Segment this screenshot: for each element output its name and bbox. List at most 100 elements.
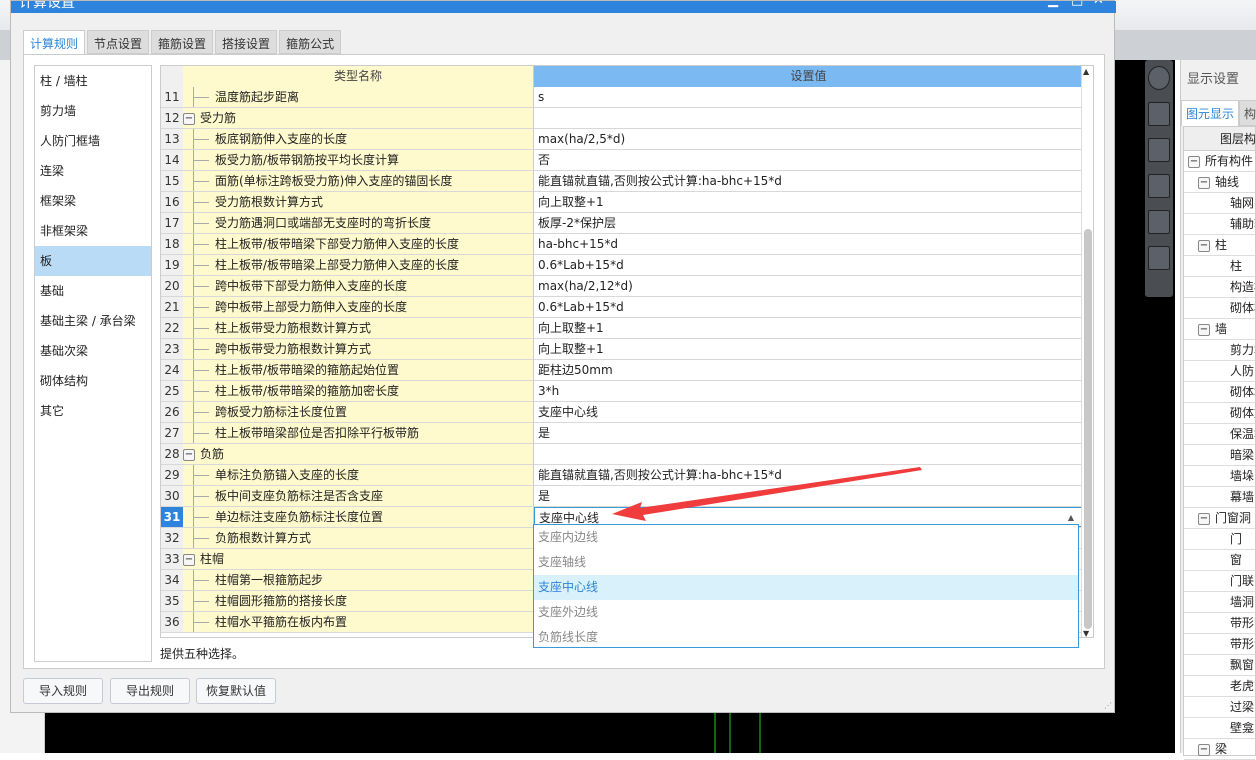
scroll-thumb[interactable]: [1084, 229, 1092, 629]
category-item[interactable]: 柱 / 墙柱: [35, 66, 151, 96]
table-row[interactable]: 17 受力筋遇洞口或端部无支座时的弯折长度 板厚-2*保护层: [161, 213, 1093, 234]
table-row[interactable]: 23 跨中板带受力筋根数计算方式 向上取整+1: [161, 339, 1093, 360]
collapse-icon[interactable]: −: [183, 553, 195, 566]
setting-value[interactable]: 0.6*Lab+15*d: [534, 255, 1083, 275]
restore-defaults-button[interactable]: 恢复默认值: [196, 678, 276, 704]
dropdown-option[interactable]: 支座轴线: [534, 550, 1078, 575]
category-item[interactable]: 基础主梁 / 承台梁: [35, 306, 151, 336]
tree-item[interactable]: 窗: [1184, 550, 1255, 571]
category-item[interactable]: 板: [35, 246, 151, 276]
tab-0[interactable]: 计算规则: [23, 30, 86, 55]
setting-value[interactable]: 是: [534, 423, 1083, 443]
category-item[interactable]: 人防门框墙: [35, 126, 151, 156]
tree-item[interactable]: − 所有构件: [1184, 151, 1255, 172]
table-row[interactable]: 22 柱上板带受力筋根数计算方式 向上取整+1: [161, 318, 1093, 339]
category-item[interactable]: 连梁: [35, 156, 151, 186]
tree-item[interactable]: 门: [1184, 529, 1255, 550]
category-item[interactable]: 框架梁: [35, 186, 151, 216]
scroll-up-icon[interactable]: ▲: [1083, 67, 1089, 76]
tree-item[interactable]: 飘窗: [1184, 655, 1255, 676]
dropdown-option[interactable]: 支座内边线: [534, 525, 1078, 550]
table-row[interactable]: 16 受力筋根数计算方式 向上取整+1: [161, 192, 1093, 213]
table-row[interactable]: 14 板受力筋/板带钢筋按平均长度计算 否: [161, 150, 1093, 171]
checklist-icon[interactable]: [1148, 246, 1170, 270]
tree-item[interactable]: 轴网: [1184, 193, 1255, 214]
category-item[interactable]: 基础: [35, 276, 151, 306]
collapse-icon[interactable]: −: [1198, 176, 1210, 189]
table-row[interactable]: 20 跨中板带下部受力筋伸入支座的长度 max(ha/2,12*d): [161, 276, 1093, 297]
vertical-scrollbar[interactable]: ▲ ▼: [1081, 66, 1093, 637]
setting-value[interactable]: s: [534, 87, 1083, 107]
table-row[interactable]: 15 面筋(单标注跨板受力筋)伸入支座的锚固长度 能直锚就直锚,否则按公式计算:ha…: [161, 171, 1093, 192]
tree-item[interactable]: 柱: [1184, 256, 1255, 277]
tree-item[interactable]: − 柱: [1184, 235, 1255, 256]
table-row[interactable]: 18 柱上板带/板带暗梁下部受力筋伸入支座的长度 ha-bhc+15*d: [161, 234, 1093, 255]
tree-item[interactable]: 剪力墙: [1184, 340, 1255, 361]
category-item[interactable]: 砌体结构: [35, 366, 151, 396]
3d-view-icon[interactable]: [1148, 102, 1170, 126]
maximize-icon[interactable]: □: [1071, 1, 1083, 8]
resize-grip-icon[interactable]: ⋰: [1104, 701, 1112, 710]
setting-value[interactable]: 向上取整+1: [534, 318, 1083, 338]
category-item[interactable]: 剪力墙: [35, 96, 151, 126]
tree-item[interactable]: − 门窗洞: [1184, 508, 1255, 529]
close-icon[interactable]: ✕: [1093, 1, 1104, 8]
setting-value[interactable]: [534, 108, 1083, 128]
collapse-icon[interactable]: −: [1198, 323, 1210, 336]
table-row[interactable]: 29 单标注负筋锚入支座的长度 能直锚就直锚,否则按公式计算:ha-bhc+15*d: [161, 465, 1093, 486]
tab-3[interactable]: 搭接设置: [215, 30, 278, 54]
tab-2[interactable]: 箍筋设置: [151, 30, 214, 54]
setting-value[interactable]: 向上取整+1: [534, 192, 1083, 212]
table-row[interactable]: 24 柱上板带/板带暗梁的箍筋起始位置 距柱边50mm: [161, 360, 1093, 381]
tab-element-display[interactable]: 图元显示: [1181, 100, 1240, 126]
tab-1[interactable]: 节点设置: [87, 30, 150, 54]
category-item[interactable]: 非框架梁: [35, 216, 151, 246]
tree-item[interactable]: 带形窗: [1184, 613, 1255, 634]
table-row[interactable]: 13 板底钢筋伸入支座的长度 max(ha/2,5*d): [161, 129, 1093, 150]
setting-value[interactable]: 3*h: [534, 381, 1083, 401]
tree-item[interactable]: 过梁: [1184, 697, 1255, 718]
tree-item[interactable]: − 墙: [1184, 319, 1255, 340]
wireframe-icon[interactable]: [1148, 138, 1170, 162]
table-row[interactable]: 28− 负筋: [161, 444, 1093, 465]
collapse-icon[interactable]: −: [1198, 239, 1210, 252]
collapse-icon[interactable]: −: [1198, 743, 1210, 756]
tree-item[interactable]: 人防门框墙: [1184, 361, 1255, 382]
collapse-icon[interactable]: −: [183, 112, 195, 125]
rotate-icon[interactable]: [1148, 210, 1170, 234]
table-row[interactable]: 12− 受力筋: [161, 108, 1093, 129]
tree-item[interactable]: 墙洞: [1184, 592, 1255, 613]
table-row[interactable]: 27 柱上板带暗梁部位是否扣除平行板带筋 是: [161, 423, 1093, 444]
scroll-down-icon[interactable]: ▼: [1083, 629, 1089, 637]
tree-item[interactable]: 老虎窗: [1184, 676, 1255, 697]
orbit-icon[interactable]: [1148, 66, 1170, 90]
tree-item[interactable]: 幕墙: [1184, 487, 1255, 508]
setting-value[interactable]: max(ha/2,5*d): [534, 129, 1083, 149]
table-row[interactable]: 11 温度筋起步距离 s: [161, 87, 1093, 108]
setting-value[interactable]: 支座中心线: [534, 402, 1083, 422]
tree-item[interactable]: 砌体墙: [1184, 382, 1255, 403]
setting-value[interactable]: 板厚-2*保护层: [534, 213, 1083, 233]
collapse-icon[interactable]: −: [1188, 155, 1200, 168]
setting-value[interactable]: 是: [534, 486, 1083, 506]
tree-item[interactable]: 墙垛: [1184, 466, 1255, 487]
export-rules-button[interactable]: 导出规则: [110, 678, 190, 704]
setting-value[interactable]: ha-bhc+15*d: [534, 234, 1083, 254]
dropdown-option[interactable]: 支座中心线: [534, 575, 1078, 600]
tree-item[interactable]: 砌体加筋: [1184, 403, 1255, 424]
table-row[interactable]: 21 跨中板带上部受力筋伸入支座的长度 0.6*Lab+15*d: [161, 297, 1093, 318]
dropdown-option[interactable]: 支座外边线: [534, 600, 1078, 625]
tree-item[interactable]: 壁龛: [1184, 718, 1255, 739]
setting-value[interactable]: 向上取整+1: [534, 339, 1083, 359]
setting-value[interactable]: 距柱边50mm: [534, 360, 1083, 380]
tab-4[interactable]: 箍筋公式: [279, 30, 342, 54]
collapse-icon[interactable]: −: [1198, 512, 1210, 525]
tree-item[interactable]: − 轴线: [1184, 172, 1255, 193]
setting-value[interactable]: 能直锚就直锚,否则按公式计算:ha-bhc+15*d: [534, 171, 1083, 191]
tab-component[interactable]: 构: [1239, 100, 1256, 126]
table-row[interactable]: 26 跨板受力筋标注长度位置 支座中心线: [161, 402, 1093, 423]
category-item[interactable]: 其它: [35, 396, 151, 426]
minimize-icon[interactable]: ▁: [1048, 1, 1058, 8]
setting-value[interactable]: 0.6*Lab+15*d: [534, 297, 1083, 317]
import-rules-button[interactable]: 导入规则: [23, 678, 103, 704]
